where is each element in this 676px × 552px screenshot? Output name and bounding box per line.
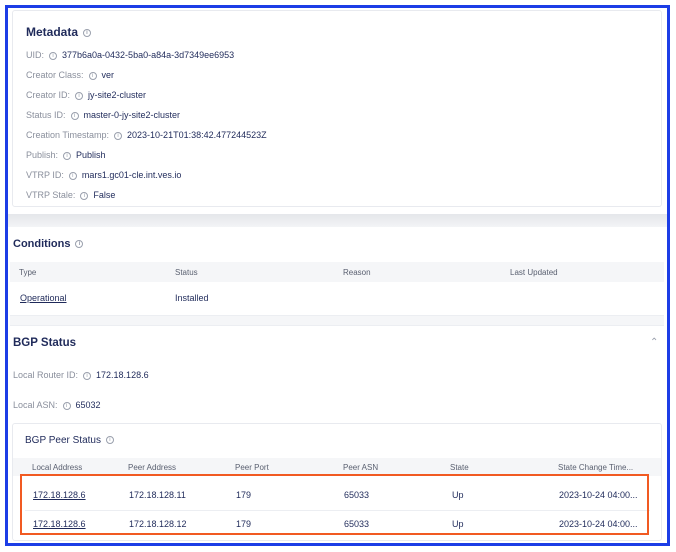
metadata-card: Metadata i UID: i 377b6a0a-0432-5ba0-a84a-3… [12, 10, 662, 207]
label: Local ASN: [13, 400, 58, 410]
condition-type-link[interactable]: Operational [20, 293, 67, 303]
info-icon: i [83, 28, 92, 37]
label: Local Router ID: [13, 370, 79, 380]
bgp-status-title: BGP Status [13, 337, 77, 349]
metadata-field: VTRP Stale: i False [26, 190, 115, 200]
metadata-field: Creator Class: i ver [26, 70, 114, 80]
field-value: 2023-10-21T01:38:42.477244523Z [127, 130, 267, 140]
info-icon: i [62, 401, 71, 410]
section-divider [8, 214, 667, 227]
chevron-up-icon[interactable]: ⌃ [650, 337, 658, 348]
bgp-peer-status-title-text: BGP Peer Status [25, 435, 101, 446]
field-value: ver [101, 70, 115, 80]
field-value: False [93, 190, 116, 200]
col-status: Status [175, 268, 198, 277]
conditions-title-text: Conditions [13, 238, 71, 250]
field-value: 377b6a0a-0432-5ba0-a84a-3d7349ee6953 [62, 50, 235, 60]
metadata-field: Creation Timestamp: i 2023-10-21T01:38:42.… [26, 130, 267, 140]
info-icon: i [75, 91, 84, 100]
local-asn: Local ASN: i 65032 [13, 400, 101, 410]
info-icon: i [114, 131, 123, 140]
metadata-title: Metadata i [26, 25, 96, 39]
field-value: master-0-jy-site2-cluster [83, 110, 181, 120]
field-value: Publish [76, 150, 106, 160]
metadata-field: Publish: i Publish [26, 150, 106, 160]
col-reason: Reason [343, 268, 371, 277]
conditions-title: Conditions i [13, 238, 88, 250]
field-value: jy-site2-cluster [88, 90, 147, 100]
field-value: mars1.gc01-cle.int.ves.io [81, 170, 182, 180]
info-icon: i [75, 240, 84, 249]
info-icon: i [88, 71, 97, 80]
info-icon: i [68, 171, 77, 180]
value: 65032 [75, 400, 101, 410]
col-peer-port: Peer Port [235, 463, 269, 472]
metadata-field: VTRP ID: i mars1.gc01-cle.int.ves.io [26, 170, 181, 180]
value: 172.18.128.6 [96, 370, 149, 380]
col-local-address: Local Address [32, 463, 83, 472]
metadata-title-text: Metadata [26, 25, 79, 39]
local-router-id: Local Router ID: i 172.18.128.6 [13, 370, 149, 380]
col-peer-address: Peer Address [128, 463, 177, 472]
metadata-field: UID: i 377b6a0a-0432-5ba0-a84a-3d7349ee695… [26, 50, 234, 60]
conditions-table-header: Type Status Reason Last Updated [10, 262, 664, 282]
metadata-field: Creator ID: i jy-site2-cluster [26, 90, 146, 100]
field-label: Creator ID: [26, 90, 71, 100]
field-label: UID: [26, 50, 44, 60]
field-label: Creation Timestamp: [26, 130, 110, 140]
info-icon: i [80, 191, 89, 200]
field-label: VTRP ID: [26, 170, 64, 180]
col-type: Type [19, 268, 37, 277]
bgp-peer-status-title: BGP Peer Status i [25, 435, 119, 446]
col-state-change-time: State Change Time... [558, 463, 634, 472]
info-icon: i [49, 51, 57, 60]
col-state: State [450, 463, 469, 472]
info-icon: i [105, 436, 114, 445]
metadata-field: Status ID: i master-0-jy-site2-cluster [26, 110, 180, 120]
col-peer-asn: Peer ASN [343, 463, 379, 472]
col-last-updated: Last Updated [510, 268, 558, 277]
condition-status: Installed [175, 293, 209, 303]
field-label: Creator Class: [26, 70, 84, 80]
info-icon: i [70, 111, 79, 120]
field-label: Publish: [26, 150, 59, 160]
info-icon: i [63, 151, 72, 160]
info-icon: i [83, 371, 92, 380]
field-label: Status ID: [26, 110, 66, 120]
highlight-box [20, 474, 649, 535]
field-label: VTRP Stale: [26, 190, 76, 200]
